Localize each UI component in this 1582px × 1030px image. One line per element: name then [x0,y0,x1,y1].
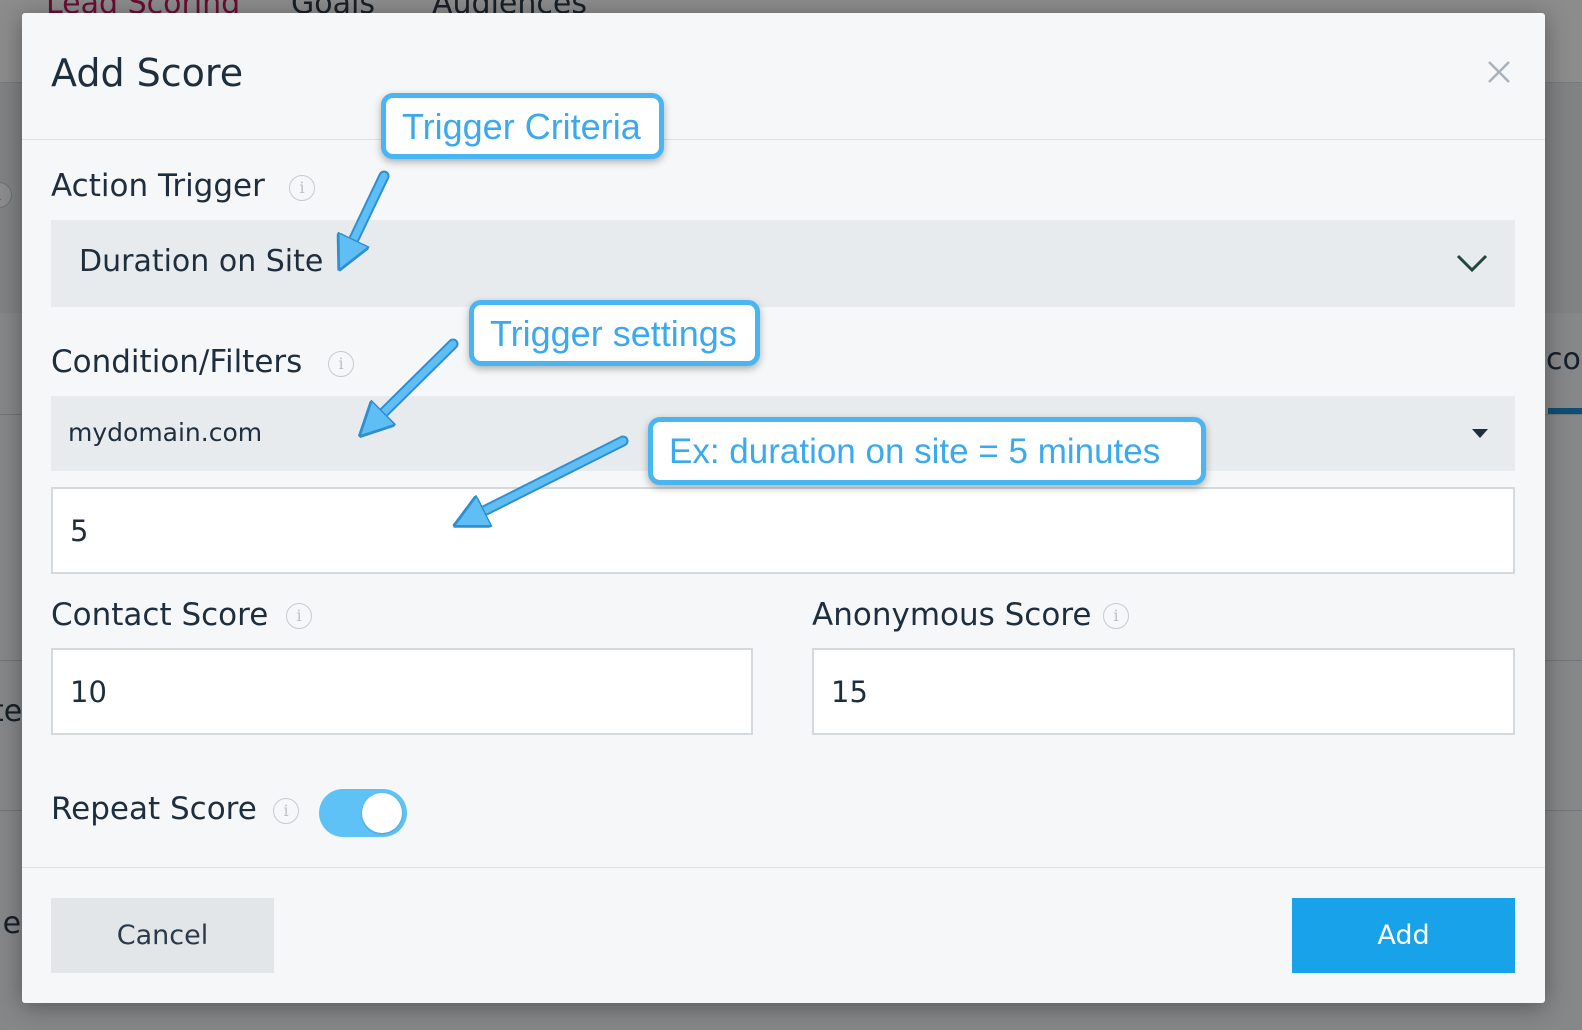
condition-value-input[interactable] [51,487,1515,574]
action-trigger-value: Duration on Site [79,244,324,279]
chevron-down-icon [1456,254,1488,273]
condition-domain-value: mydomain.com [68,418,263,447]
toggle-knob [362,793,402,833]
close-icon[interactable] [1484,57,1514,87]
action-trigger-label: Action Trigger [51,168,265,204]
repeat-score-toggle[interactable] [319,789,407,837]
caret-down-icon [1472,429,1488,438]
header-divider [22,139,1545,140]
info-icon[interactable]: i [286,603,312,629]
condition-domain-select[interactable]: mydomain.com [51,396,1515,471]
footer-divider [22,867,1545,868]
repeat-score-label: Repeat Score [51,791,257,827]
info-icon[interactable]: i [289,175,315,201]
cancel-button[interactable]: Cancel [51,898,274,973]
contact-score-label: Contact Score [51,597,269,633]
info-icon[interactable]: i [328,351,354,377]
add-score-dialog: Add Score Action Trigger i Duration on S… [22,13,1545,1003]
dialog-title: Add Score [51,51,244,95]
anonymous-score-label: Anonymous Score [812,597,1092,633]
info-icon[interactable]: i [273,798,299,824]
condition-filters-label: Condition/Filters [51,344,303,380]
contact-score-input[interactable] [51,648,753,735]
add-button[interactable]: Add [1292,898,1515,973]
action-trigger-select[interactable]: Duration on Site [51,220,1515,307]
info-icon[interactable]: i [1103,603,1129,629]
anonymous-score-input[interactable] [812,648,1515,735]
